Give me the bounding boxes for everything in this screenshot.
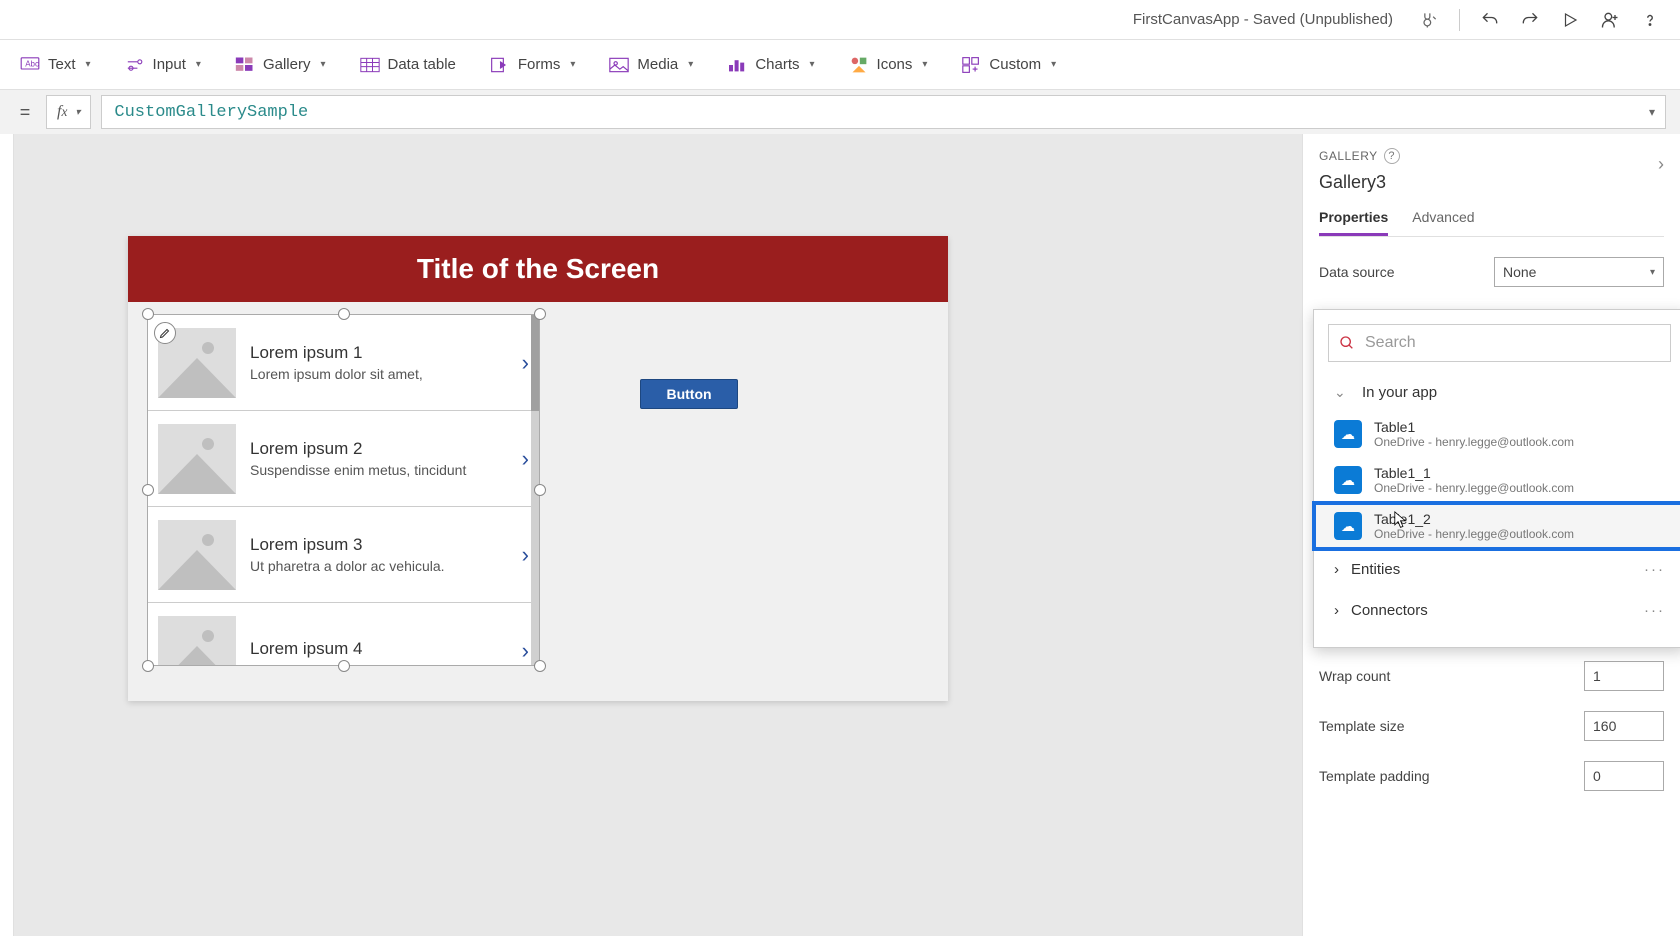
item-title: Lorem ipsum 3 [250,535,522,555]
selection-handle[interactable] [338,308,350,320]
gallery-item[interactable]: Lorem ipsum 3 Ut pharetra a dolor ac veh… [148,507,539,603]
gallery-control[interactable]: Lorem ipsum 1 Lorem ipsum dolor sit amet… [147,314,540,666]
expand-formula-icon[interactable]: ▾ [1649,105,1655,120]
play-icon[interactable] [1554,4,1586,36]
formula-input[interactable]: CustomGallerySample ▾ [101,95,1666,129]
header-actions [1413,4,1666,36]
chevron-right-icon[interactable]: › [522,638,529,664]
prop-template-size: Template size 160 [1319,711,1664,741]
chevron-right-icon[interactable]: › [1658,154,1664,175]
gallery-item[interactable]: Lorem ipsum 2 Suspendisse enim metus, ti… [148,411,539,507]
chevron-right-icon: › [1334,561,1339,578]
template-padding-input[interactable]: 0 [1584,761,1664,791]
canvas-area[interactable]: Title of the Screen Button Lorem ipsum 1… [14,134,1302,936]
prop-data-source: Data source None▾ [1319,257,1664,287]
prop-wrap-count: Wrap count 1 [1319,661,1664,691]
item-title: Lorem ipsum 1 [250,343,522,363]
screen-preview: Title of the Screen Button Lorem ipsum 1… [128,236,948,701]
tab-properties[interactable]: Properties [1319,209,1388,236]
thumbnail-icon [158,424,236,494]
panel-tabs: Properties Advanced [1319,209,1664,237]
item-subtitle: Ut pharetra a dolor ac vehicula. [250,558,522,574]
prop-template-padding: Template padding 0 [1319,761,1664,791]
ribbon-text[interactable]: Abc Text▾ [20,55,91,75]
help-icon[interactable] [1634,4,1666,36]
category-in-your-app[interactable]: ⌄ In your app [1314,374,1680,411]
datasource-item[interactable]: ☁ Table1_1 OneDrive - henry.legge@outloo… [1314,457,1680,503]
category-entities[interactable]: ›Entities ··· [1314,549,1680,590]
gallery-item[interactable]: Lorem ipsum 4 › [148,603,539,666]
chevron-right-icon[interactable]: › [522,542,529,568]
chevron-right-icon[interactable]: › [522,350,529,376]
selection-handle[interactable] [142,660,154,672]
data-source-dropdown[interactable]: None▾ [1494,257,1664,287]
tab-advanced[interactable]: Advanced [1412,209,1474,236]
insert-ribbon: Abc Text▾ Input▾ Gallery▾ Data table For… [0,40,1680,90]
share-icon[interactable] [1594,4,1626,36]
redo-icon[interactable] [1514,4,1546,36]
thumbnail-icon [158,616,236,667]
properties-panel: GALLERY ? › Gallery3 Properties Advanced… [1302,134,1680,936]
fx-selector[interactable]: fx▾ [46,95,91,129]
selection-handle[interactable] [142,484,154,496]
more-icon[interactable]: ··· [1644,602,1665,619]
ribbon-charts[interactable]: Charts▾ [727,55,814,75]
help-icon[interactable]: ? [1384,148,1400,164]
selection-handle[interactable] [534,484,546,496]
datasource-item[interactable]: ☁ Table1 OneDrive - henry.legge@outlook.… [1314,411,1680,457]
more-icon[interactable]: ··· [1644,561,1665,578]
item-subtitle: Suspendisse enim metus, tincidunt [250,462,522,478]
svg-text:Abc: Abc [25,59,39,68]
panel-object-name: Gallery3 [1319,172,1664,193]
chevron-right-icon: › [1334,602,1339,619]
screen-title: Title of the Screen [128,236,948,302]
panel-category: GALLERY ? [1319,148,1664,164]
onedrive-icon: ☁ [1334,466,1362,494]
item-subtitle: Lorem ipsum dolor sit amet, [250,366,522,382]
selection-handle[interactable] [534,308,546,320]
equals-sign: = [14,102,36,123]
selection-handle[interactable] [338,660,350,672]
onedrive-icon: ☁ [1334,420,1362,448]
gallery-item[interactable]: Lorem ipsum 1 Lorem ipsum dolor sit amet… [148,315,539,411]
chevron-right-icon[interactable]: › [522,446,529,472]
ribbon-forms[interactable]: Forms▾ [490,55,576,75]
ribbon-input[interactable]: Input▾ [125,55,201,75]
search-input[interactable]: Search [1328,324,1671,362]
datasource-item-selected[interactable]: ☁ Table1_2 OneDrive - henry.legge@outloo… [1314,503,1680,549]
ribbon-gallery[interactable]: Gallery▾ [235,55,326,75]
ribbon-icons[interactable]: Icons▾ [849,55,928,75]
ribbon-data-table[interactable]: Data table [360,55,456,75]
item-title: Lorem ipsum 2 [250,439,522,459]
wrap-count-input[interactable]: 1 [1584,661,1664,691]
app-title: FirstCanvasApp - Saved (Unpublished) [1133,11,1393,28]
title-bar: FirstCanvasApp - Saved (Unpublished) [0,0,1680,40]
thumbnail-icon [158,520,236,590]
formula-bar: = fx▾ CustomGallerySample ▾ [0,90,1680,134]
category-connectors[interactable]: ›Connectors ··· [1314,590,1680,631]
edit-handle-icon[interactable] [154,322,176,344]
chevron-down-icon: ⌄ [1334,384,1350,401]
ribbon-custom[interactable]: Custom▾ [961,55,1056,75]
undo-icon[interactable] [1474,4,1506,36]
data-source-popup: Search ⌄ In your app ☁ Table1 OneDrive -… [1313,309,1680,648]
onedrive-icon: ☁ [1334,512,1362,540]
template-size-input[interactable]: 160 [1584,711,1664,741]
ribbon-media[interactable]: Media▾ [609,55,693,75]
selection-handle[interactable] [534,660,546,672]
left-rail[interactable] [0,134,14,936]
canvas-button[interactable]: Button [640,379,738,409]
selection-handle[interactable] [142,308,154,320]
health-icon[interactable] [1413,4,1445,36]
item-title: Lorem ipsum 4 [250,639,522,659]
search-icon [1339,335,1355,351]
